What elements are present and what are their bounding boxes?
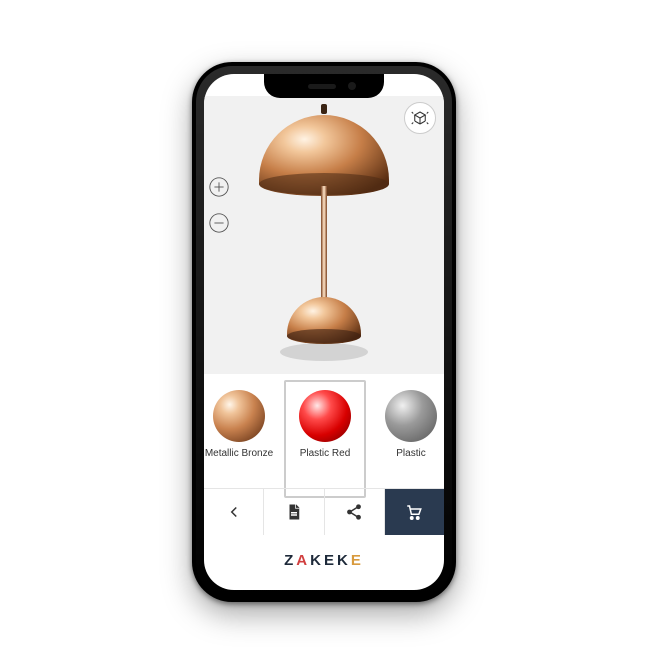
add-to-cart-button[interactable] bbox=[385, 489, 444, 535]
zoom-in-button[interactable] bbox=[204, 172, 234, 202]
swatch-metallic-bronze[interactable]: Metallic Bronze bbox=[204, 386, 282, 496]
app-screen: Metallic Bronze Plastic Red Plastic bbox=[204, 74, 444, 590]
swatch-plastic-grey[interactable]: Plastic bbox=[368, 386, 444, 496]
zoom-out-button[interactable] bbox=[204, 208, 234, 238]
pdf-button[interactable] bbox=[264, 489, 324, 535]
bottom-toolbar bbox=[204, 488, 444, 535]
back-button[interactable] bbox=[204, 489, 264, 535]
swatch-label: Plastic Red bbox=[282, 448, 368, 459]
file-pdf-icon bbox=[285, 503, 303, 521]
product-preview-lamp bbox=[249, 102, 399, 366]
swatch-label: Plastic bbox=[368, 448, 444, 459]
brand-logo: ZAKEKE bbox=[204, 552, 444, 570]
minus-circle-icon bbox=[208, 212, 230, 234]
swatch-preview bbox=[213, 390, 265, 442]
cart-icon bbox=[405, 503, 423, 521]
product-3d-viewer[interactable] bbox=[204, 96, 444, 374]
cube-rotate-icon bbox=[411, 109, 429, 127]
device-notch bbox=[264, 74, 384, 98]
plus-circle-icon bbox=[208, 176, 230, 198]
share-button[interactable] bbox=[325, 489, 385, 535]
chevron-left-icon bbox=[225, 503, 243, 521]
phone-frame: Metallic Bronze Plastic Red Plastic bbox=[192, 62, 456, 602]
swatch-preview bbox=[299, 390, 351, 442]
swatch-plastic-red[interactable]: Plastic Red bbox=[282, 386, 368, 496]
swatch-label: Metallic Bronze bbox=[204, 448, 282, 459]
share-icon bbox=[345, 503, 363, 521]
ar-view-button[interactable] bbox=[404, 102, 436, 134]
swatch-preview bbox=[385, 390, 437, 442]
material-swatch-row: Metallic Bronze Plastic Red Plastic bbox=[204, 376, 444, 496]
